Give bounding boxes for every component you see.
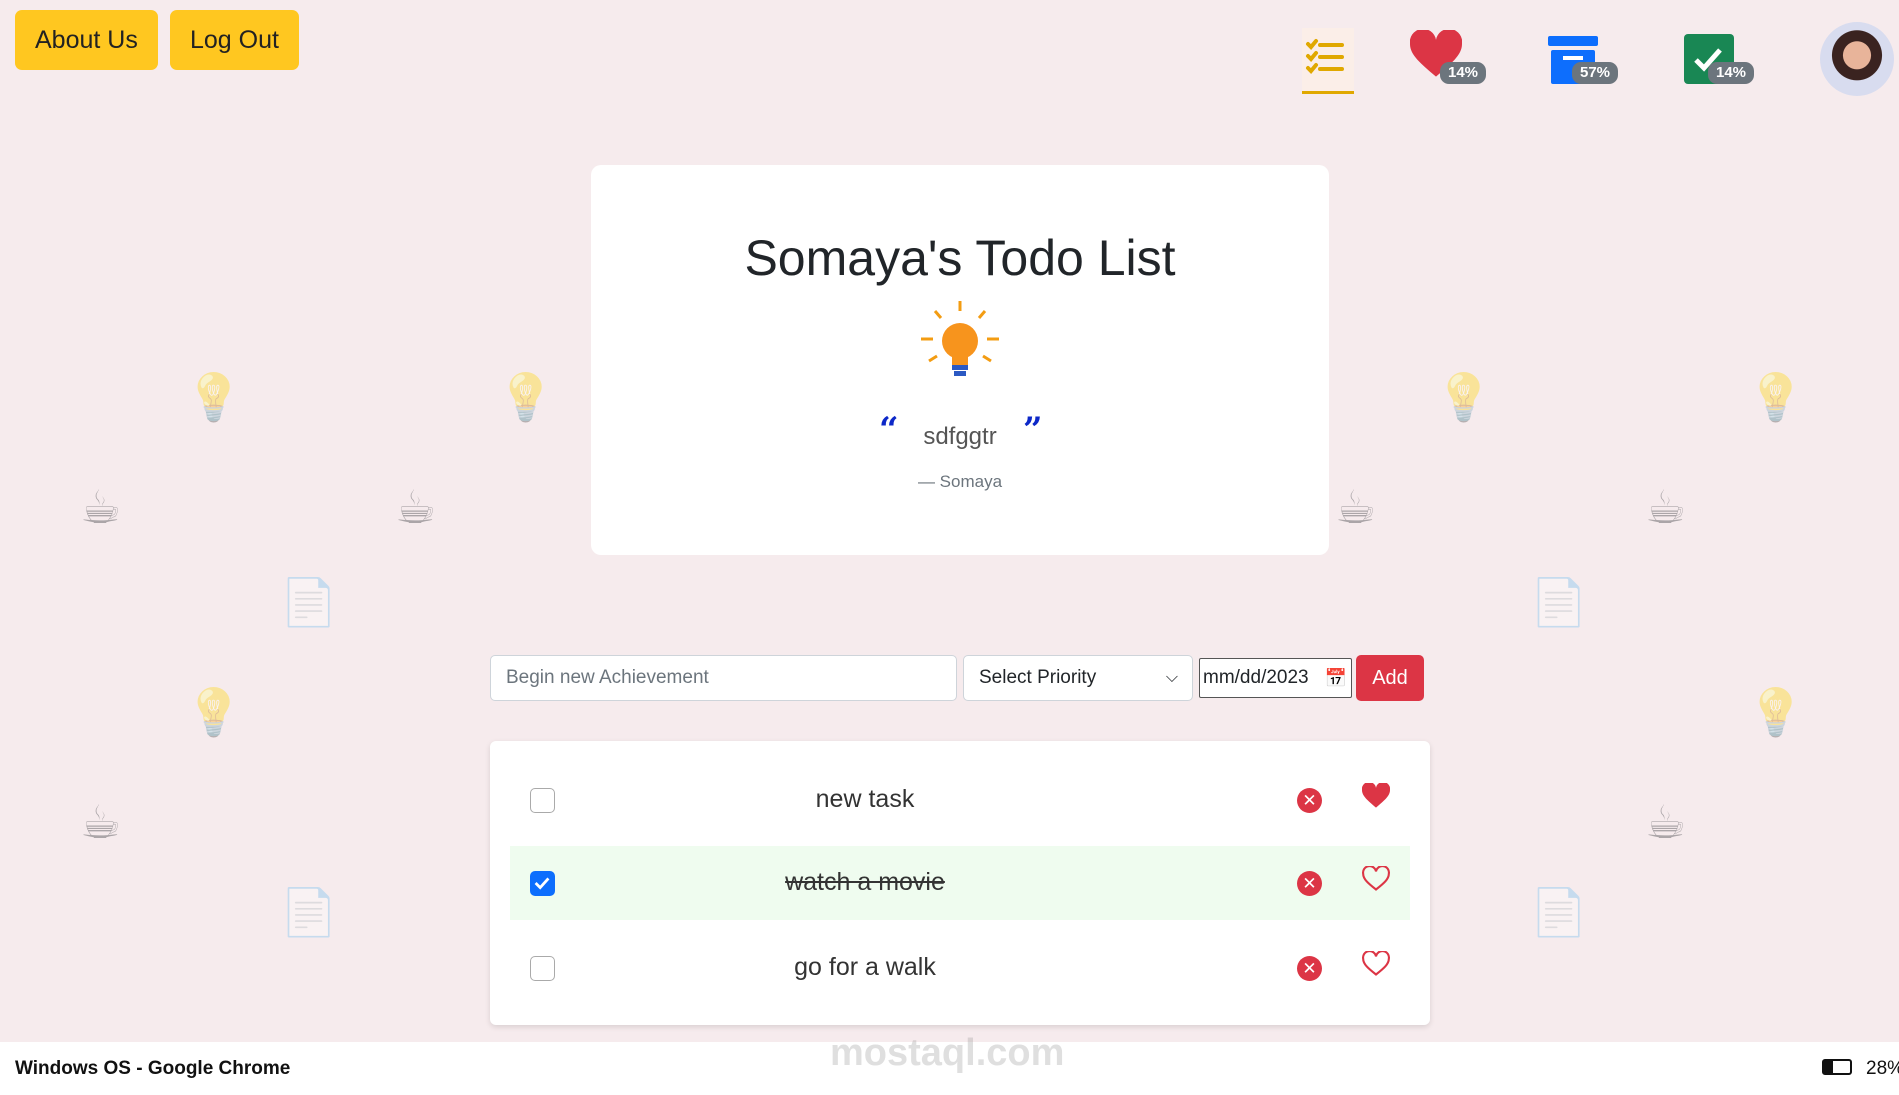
todo-item: new task ✕ [510, 763, 1410, 837]
todo-text: go for a walk [794, 953, 936, 981]
favorites-stat[interactable]: 14% [1409, 28, 1487, 85]
watermark: mostaql.com [830, 1032, 1065, 1074]
checklist-icon [1306, 39, 1344, 74]
calendar-icon: 📅 [1324, 668, 1347, 688]
battery-level: 28% [1866, 1058, 1899, 1079]
heart-outline-icon[interactable] [1362, 866, 1390, 892]
close-quote-icon: ” [1023, 410, 1043, 450]
window-title: Windows OS - Google Chrome [15, 1058, 291, 1079]
heart-outline-icon[interactable] [1362, 951, 1390, 977]
completed-badge: 14% [1708, 62, 1755, 84]
delete-icon[interactable]: ✕ [1297, 788, 1322, 813]
favorites-badge: 14% [1440, 62, 1487, 84]
quote-text: sdfggtr [923, 423, 997, 450]
add-button[interactable]: Add [1356, 655, 1424, 701]
about-us-button[interactable]: About Us [15, 10, 158, 70]
due-date-input[interactable]: mm/dd/2023 📅 [1199, 658, 1352, 698]
todo-text: watch a movie [785, 868, 945, 896]
todo-checkbox-checked[interactable] [530, 871, 555, 896]
header-card: Somaya's Todo List “ sdfggtr ” — Somaya [591, 165, 1329, 555]
new-task-input[interactable]: Begin new Achievement [490, 655, 957, 701]
priority-select[interactable]: Select Priority ⌵ [963, 655, 1193, 701]
avatar[interactable] [1820, 22, 1894, 96]
archive-badge: 57% [1572, 62, 1619, 84]
page-title: Somaya's Todo List [744, 230, 1176, 286]
lightbulb-icon [921, 301, 999, 376]
quote-author: — Somaya [917, 472, 1003, 491]
todo-checkbox[interactable] [530, 788, 555, 813]
chevron-down-icon: ⌵ [1165, 669, 1178, 686]
date-value: mm/dd/2023 [1203, 667, 1309, 688]
todo-checkbox[interactable] [530, 956, 555, 981]
delete-icon[interactable]: ✕ [1297, 956, 1322, 981]
completed-stat[interactable]: 14% [1684, 34, 1755, 89]
heart-filled-icon[interactable] [1362, 783, 1390, 809]
delete-icon[interactable]: ✕ [1297, 871, 1322, 896]
taskbar: Windows OS - Google Chrome mostaql.com 2… [0, 1032, 1899, 1095]
todo-item: watch a movie ✕ [510, 846, 1410, 920]
todo-list: new task ✕ watch a movie ✕ go for a walk… [490, 741, 1430, 1025]
logout-button[interactable]: Log Out [170, 10, 299, 70]
todo-item: go for a walk ✕ [510, 931, 1410, 1005]
todo-list-nav[interactable] [1302, 28, 1354, 94]
battery-icon [1822, 1059, 1852, 1075]
archive-stat[interactable]: 57% [1548, 36, 1619, 89]
todo-text: new task [815, 785, 915, 813]
priority-value: Select Priority [979, 667, 1097, 688]
